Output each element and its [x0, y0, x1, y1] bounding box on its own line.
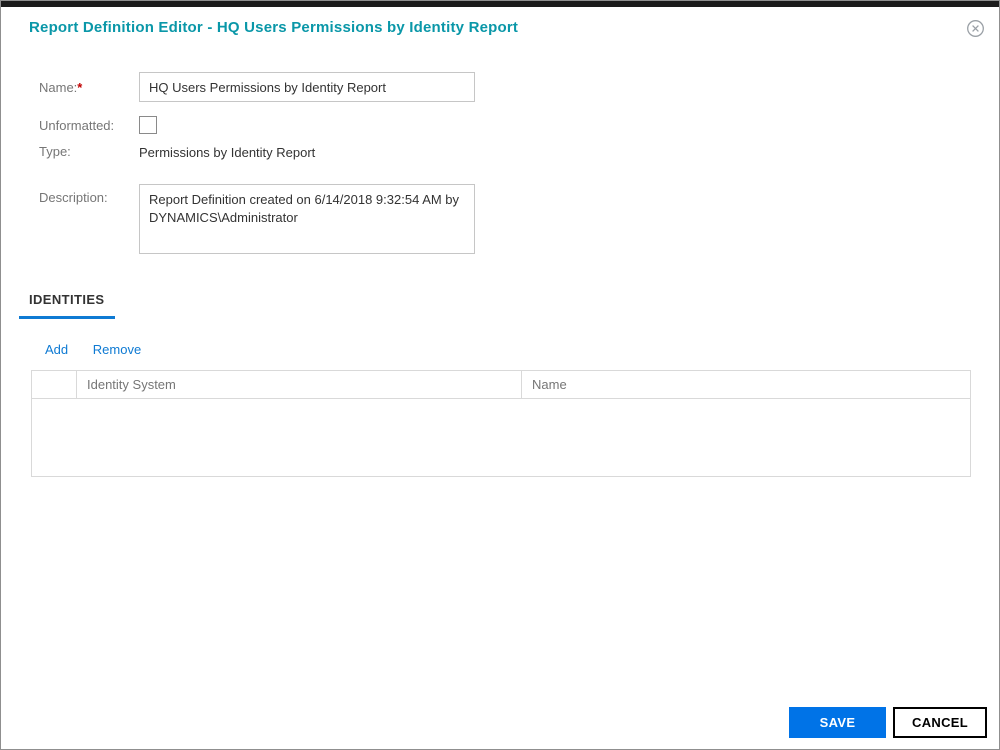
identities-table-body: [31, 399, 971, 477]
tab-identities[interactable]: IDENTITIES: [19, 286, 115, 319]
required-asterisk: *: [77, 80, 83, 95]
identities-table-header: Identity System Name: [31, 370, 971, 399]
type-row: Type: Permissions by Identity Report: [39, 144, 999, 160]
name-row: Name:*: [39, 72, 999, 102]
report-definition-form: Name:* Unformatted: Type: Permissions by…: [39, 72, 999, 254]
add-link[interactable]: Add: [45, 342, 68, 357]
tab-bar: IDENTITIES: [19, 286, 999, 319]
report-definition-editor-dialog: Report Definition Editor - HQ Users Perm…: [0, 0, 1000, 750]
unformatted-checkbox[interactable]: [139, 116, 157, 134]
dialog-footer: SAVE CANCEL: [789, 707, 987, 738]
description-textarea[interactable]: Report Definition created on 6/14/2018 9…: [139, 184, 475, 254]
name-column-header: Name: [532, 377, 567, 392]
remove-link[interactable]: Remove: [93, 342, 141, 357]
name-input[interactable]: [139, 72, 475, 102]
description-row: Description: Report Definition created o…: [39, 184, 999, 254]
dialog-title: Report Definition Editor - HQ Users Perm…: [29, 19, 519, 36]
select-column-header: [32, 371, 77, 398]
type-label: Type:: [39, 144, 71, 159]
dialog-header: Report Definition Editor - HQ Users Perm…: [1, 1, 999, 37]
close-icon[interactable]: [967, 20, 984, 37]
unformatted-row: Unformatted:: [39, 116, 999, 134]
type-value: Permissions by Identity Report: [139, 145, 316, 160]
name-label: Name:*: [39, 80, 83, 95]
identities-actions: Add Remove: [45, 342, 999, 357]
unformatted-label: Unformatted:: [39, 118, 115, 133]
description-label: Description:: [39, 190, 108, 205]
save-button[interactable]: SAVE: [789, 707, 886, 738]
identity-system-column-header: Identity System: [77, 371, 522, 398]
cancel-button[interactable]: CANCEL: [893, 707, 987, 738]
identities-table: Identity System Name: [31, 370, 971, 477]
